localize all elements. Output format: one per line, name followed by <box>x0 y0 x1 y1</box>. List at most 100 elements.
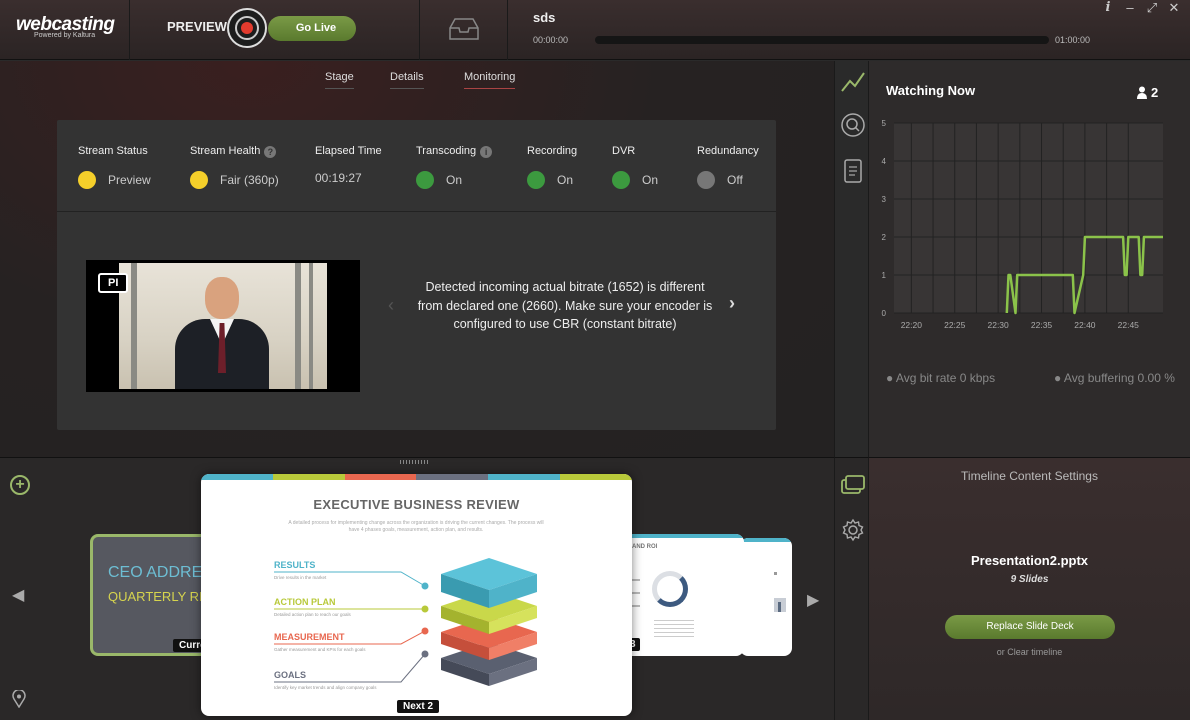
tab-details[interactable]: Details <box>390 71 424 89</box>
status-value: 00:19:27 <box>315 171 362 185</box>
y-tick-label: 3 <box>882 195 887 204</box>
status-label: Stream Status <box>78 145 148 157</box>
chart-plot-area <box>894 123 1163 313</box>
chat-search-icon[interactable] <box>839 111 867 139</box>
add-icon[interactable]: + <box>10 475 30 495</box>
status-dot <box>78 171 96 189</box>
mode-area: PREVIEW Go Live <box>130 0 420 60</box>
broadcast-icon[interactable] <box>227 8 267 48</box>
next-slide-icon[interactable]: ▶ <box>807 590 819 610</box>
y-tick-label: 2 <box>882 233 887 242</box>
viewer-count-value: 2 <box>1151 85 1159 100</box>
slide-thumbnail[interactable]: AND ROI 3 <box>620 534 744 656</box>
help-icon[interactable]: ? <box>264 146 277 158</box>
minimize-icon[interactable]: – <box>1124 0 1136 16</box>
status-dot <box>416 171 434 189</box>
tab-bar: Stage Details Monitoring <box>0 61 834 91</box>
slide-text: QUARTERLY RI <box>108 589 203 604</box>
timeline-title: Timeline Content Settings <box>961 469 1098 483</box>
viewer-count: 2 <box>1137 85 1158 100</box>
go-live-button[interactable]: Go Live <box>268 16 356 41</box>
monitoring-panel: Stream Status Preview Stream Health? Fai… <box>57 120 776 430</box>
presenter-video <box>119 263 327 389</box>
info-icon[interactable]: i <box>1102 0 1114 16</box>
status-redundancy: Redundancy Off <box>697 145 759 189</box>
slide-thumbnail[interactable] <box>740 538 792 656</box>
prev-alert-icon[interactable]: ‹ <box>388 295 394 316</box>
status-row: Stream Status Preview Stream Health? Fai… <box>57 120 776 212</box>
x-tick-label: 22:45 <box>1118 320 1140 330</box>
analytics-icon[interactable] <box>839 67 867 95</box>
slides-area: + ◀ ▶ CEO ADDRE QUARTERLY RI Curre AND R… <box>0 457 834 720</box>
mode-label: PREVIEW <box>167 19 227 34</box>
tab-stage[interactable]: Stage <box>325 71 354 89</box>
status-label: Stream Health <box>190 145 261 157</box>
status-value: Preview <box>108 173 151 187</box>
slide-text: AND ROI <box>632 544 658 550</box>
stream-preview[interactable]: PI <box>86 260 360 392</box>
status-label: Elapsed Time <box>315 145 382 157</box>
location-pin-icon[interactable] <box>12 690 26 708</box>
replace-deck-button[interactable]: Replace Slide Deck <box>945 615 1115 639</box>
status-value: Off <box>727 173 743 187</box>
x-tick-label: 22:25 <box>944 320 966 330</box>
watching-title: Watching Now <box>886 83 976 98</box>
status-label: Recording <box>527 145 578 157</box>
resize-handle[interactable] <box>400 460 430 464</box>
y-tick-label: 5 <box>882 119 887 128</box>
x-tick-label: 22:30 <box>987 320 1009 330</box>
status-dot <box>190 171 208 189</box>
app-logo: webcasting Powered by Kaltura <box>0 0 130 60</box>
status-value: On <box>446 173 463 187</box>
status-recording: Recording On <box>527 145 578 189</box>
status-dot <box>612 171 630 189</box>
file-name: Presentation2.pptx <box>970 553 1089 568</box>
status-dvr: DVR On <box>612 145 658 189</box>
next-alert-icon[interactable]: › <box>729 293 735 314</box>
window-controls: i – ⤢ ✕ <box>1102 0 1180 16</box>
alert-message: Detected incoming actual bitrate (1652) … <box>417 280 713 331</box>
inbox-icon[interactable] <box>448 18 480 40</box>
inbox-area <box>420 0 508 60</box>
next-slide[interactable]: EXECUTIVE BUSINESS REVIEW A detailed pro… <box>201 474 632 716</box>
status-health: Stream Health? Fair (360p) <box>190 145 279 189</box>
top-bar: webcasting Powered by Kaltura PREVIEW Go… <box>0 0 1190 60</box>
clear-timeline-link[interactable]: or Clear timeline <box>869 647 1190 657</box>
slide-text: CEO ADDRE <box>108 564 203 581</box>
viewers-chart: 0 1 2 3 4 5 22:20 22:25 22:30 22:35 22:40 22:45 <box>882 119 1163 330</box>
timeline-settings-panel: Timeline Content Settings Presentation2.… <box>869 457 1190 720</box>
status-dot <box>697 171 715 189</box>
stream-title: sds <box>533 10 556 25</box>
close-icon[interactable]: ✕ <box>1168 0 1180 16</box>
notes-icon[interactable] <box>839 157 867 185</box>
main-area: Stage Details Monitoring Stream Status P… <box>0 61 834 457</box>
status-stream: Stream Status Preview <box>78 145 151 189</box>
gear-icon[interactable] <box>839 516 867 544</box>
watching-panel: Watching Now 2 0 1 2 3 4 5 22:20 22:25 22:30 22:3… <box>869 61 1190 457</box>
preview-badge: PI <box>98 273 128 293</box>
status-value: On <box>557 173 574 187</box>
prev-slide-icon[interactable]: ◀ <box>12 585 24 605</box>
status-elapsed: Elapsed Time 00:19:27 <box>315 145 382 185</box>
logo-subtext: Powered by Kaltura <box>34 32 96 39</box>
time-start: 00:00:00 <box>533 35 569 45</box>
stream-info: sds 00:00:00 01:00:00 <box>508 0 1190 60</box>
right-toolbar <box>834 61 869 457</box>
x-tick-label: 22:35 <box>1031 320 1053 330</box>
help-icon[interactable]: i <box>480 146 493 158</box>
status-label: Transcoding <box>416 145 477 157</box>
x-tick-label: 22:40 <box>1074 320 1096 330</box>
next-badge: Next 2 <box>397 700 440 713</box>
status-label: DVR <box>612 145 636 157</box>
tab-monitoring[interactable]: Monitoring <box>464 71 516 89</box>
y-tick-label: 4 <box>882 157 887 166</box>
status-label: Redundancy <box>697 145 759 157</box>
maximize-icon[interactable]: ⤢ <box>1146 0 1158 16</box>
slides-icon[interactable] <box>839 472 867 500</box>
time-end: 01:00:00 <box>1055 35 1091 45</box>
bottom-toolbar <box>834 457 869 720</box>
timeline-progress[interactable] <box>595 36 1049 44</box>
status-value: Fair (360p) <box>220 173 279 187</box>
status-value: On <box>642 173 659 187</box>
y-tick-label: 1 <box>882 271 887 280</box>
